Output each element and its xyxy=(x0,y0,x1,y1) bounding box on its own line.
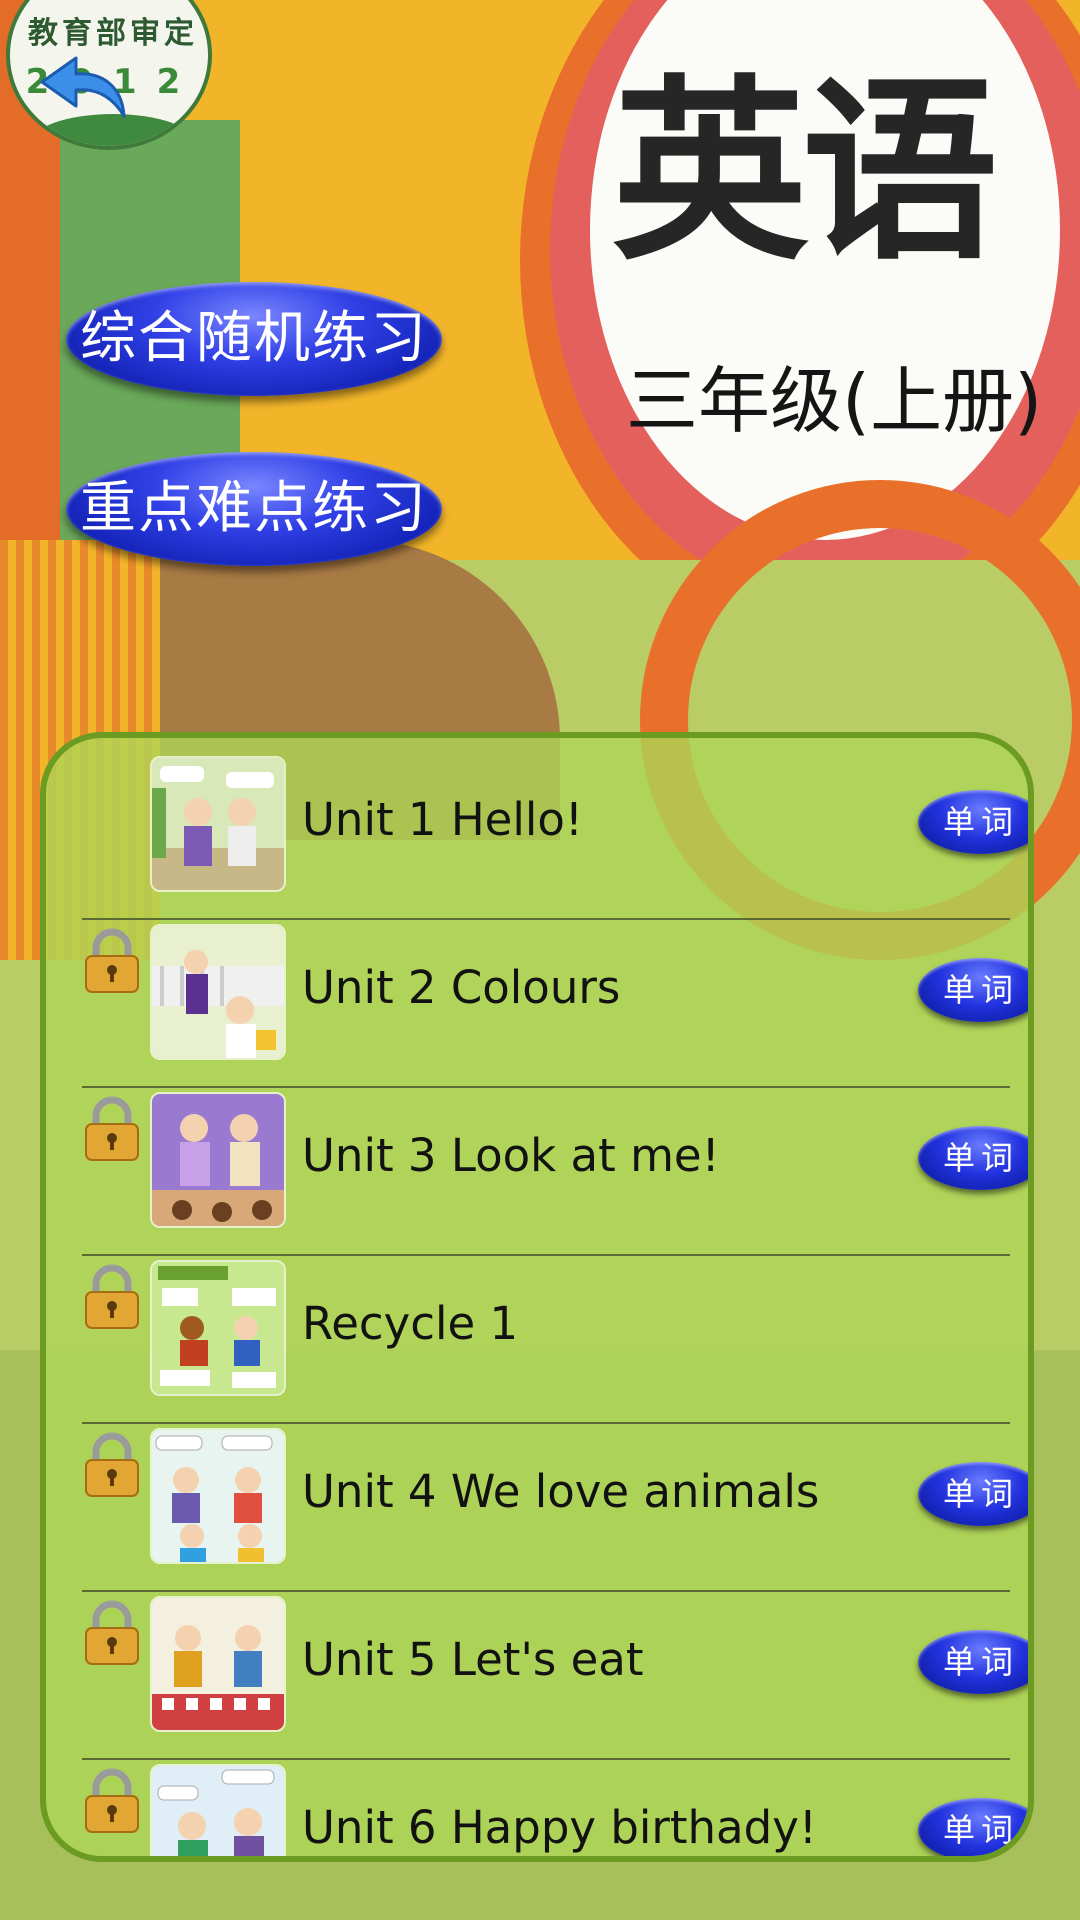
unit-thumbnail xyxy=(150,1260,286,1396)
lock-icon xyxy=(85,1600,139,1665)
unit-words-button[interactable]: 单词 xyxy=(918,1462,1028,1526)
unit-row-2[interactable]: Unit 2 Colours 单词 xyxy=(82,920,1028,1088)
unit-words-button[interactable]: 单词 xyxy=(918,1630,1028,1694)
unit-thumbnail xyxy=(150,924,286,1060)
unit-thumbnail xyxy=(150,1596,286,1732)
unit-title: Unit 2 Colours xyxy=(302,961,621,1014)
unit-title: Unit 6 Happy birthady! xyxy=(302,1801,817,1854)
unit-thumbnail xyxy=(150,1092,286,1228)
unit-thumbnail xyxy=(150,756,286,892)
lock-icon xyxy=(85,1264,139,1329)
unit-words-button[interactable]: 单词 xyxy=(918,790,1028,854)
key-difficult-practice-button[interactable]: 重点难点练习 xyxy=(66,452,442,566)
unit-title: Unit 3 Look at me! xyxy=(302,1129,720,1182)
unit-list: Unit 1 Hello! 单词 Unit 2 Colours 单词 Unit … xyxy=(40,732,1034,1862)
back-button[interactable] xyxy=(36,46,132,124)
unit-title: Unit 1 Hello! xyxy=(302,793,583,846)
unit-row-1[interactable]: Unit 1 Hello! 单词 xyxy=(82,752,1028,920)
unit-title: Unit 5 Let's eat xyxy=(302,1633,644,1686)
unit-row-4[interactable]: Recycle 1 xyxy=(82,1256,1010,1424)
unit-thumbnail xyxy=(150,1428,286,1564)
unit-words-button[interactable]: 单词 xyxy=(918,1126,1028,1190)
unit-title: Recycle 1 xyxy=(302,1297,519,1350)
unit-thumbnail xyxy=(150,1764,286,1856)
unit-title: Unit 4 We love animals xyxy=(302,1465,820,1518)
lock-icon xyxy=(85,928,139,993)
lock-icon xyxy=(85,1096,139,1161)
random-practice-button[interactable]: 综合随机练习 xyxy=(66,282,442,396)
grade-subtitle: 三年级(上册) xyxy=(626,359,1043,443)
lock-icon xyxy=(85,1768,139,1833)
unit-words-button[interactable]: 单词 xyxy=(918,1798,1028,1856)
book-title: 英语 xyxy=(612,57,998,287)
unit-words-button[interactable]: 单词 xyxy=(918,958,1028,1022)
unit-row-7[interactable]: Unit 6 Happy birthady! 单词 xyxy=(82,1760,1028,1856)
unit-row-3[interactable]: Unit 3 Look at me! 单词 xyxy=(82,1088,1028,1256)
lock-icon xyxy=(85,1432,139,1497)
back-arrow-icon xyxy=(40,56,126,118)
unit-row-6[interactable]: Unit 5 Let's eat 单词 xyxy=(82,1592,1028,1760)
unit-row-5[interactable]: Unit 4 We love animals 单词 xyxy=(82,1424,1028,1592)
